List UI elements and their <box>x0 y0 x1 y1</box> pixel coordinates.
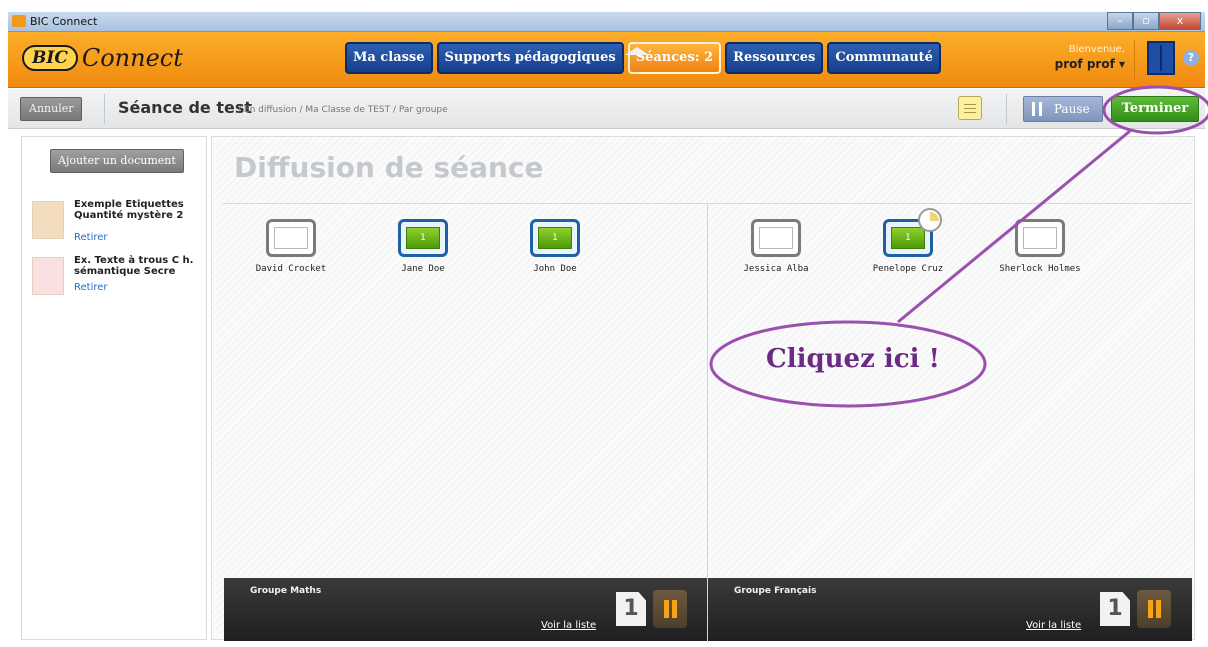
breadcrumb: / En diffusion / Ma Classe de TEST / Par… <box>238 105 448 115</box>
student-name: Jane Doe <box>401 264 445 274</box>
student-name: Penelope Cruz <box>872 264 944 274</box>
actionbar-separator <box>104 94 105 124</box>
finish-button[interactable]: Terminer <box>1111 96 1199 122</box>
remove-document-link[interactable]: Retirer <box>74 282 108 293</box>
user-welcome: Bienvenue, prof prof ▾ <box>1055 44 1125 71</box>
page-title: Diffusion de séance <box>234 151 544 184</box>
student-david-crocket[interactable]: David Crocket <box>236 219 346 274</box>
logo-product: Connect <box>81 44 183 72</box>
add-document-button[interactable]: Ajouter un document <box>50 149 184 173</box>
view-list-link[interactable]: Voir la liste <box>541 620 596 631</box>
document-thumbnail <box>32 201 64 239</box>
group-footer-maths: Groupe Maths Voir la liste 1 <box>224 578 707 641</box>
document-title: Exemple Etiquettes Quantité mystère 2 <box>74 199 184 221</box>
tablet-icon: 1 <box>398 219 448 257</box>
tablet-icon: 1 <box>530 219 580 257</box>
app-header: BIC Connect Ma classe Supports pédagogiq… <box>8 32 1205 88</box>
document-thumbnail <box>32 257 64 295</box>
user-menu[interactable]: prof prof ▾ <box>1055 57 1125 71</box>
close-button[interactable]: x <box>1159 12 1201 30</box>
bic-connect-window: BIC Connect – ▫ x BIC Connect Ma classe … <box>0 0 1208 647</box>
pause-button[interactable]: Pause <box>1023 96 1103 122</box>
sticky-note-icon[interactable] <box>958 96 982 120</box>
student-name: John Doe <box>533 264 577 274</box>
tablet-icon: 1 <box>883 208 942 257</box>
pause-label: Pause <box>1054 102 1090 116</box>
view-list-link[interactable]: Voir la liste <box>1026 620 1081 631</box>
window-titlebar: BIC Connect – ▫ x <box>8 12 1205 32</box>
welcome-text: Bienvenue, <box>1068 44 1125 55</box>
student-name: Sherlock Holmes <box>999 264 1081 274</box>
group-name: Groupe Maths <box>250 586 322 596</box>
group-pause-button[interactable] <box>653 590 687 628</box>
active-tab-pointer <box>625 47 649 55</box>
documents-sidebar: Ajouter un document Exemple Etiquettes Q… <box>21 136 207 640</box>
tab-communaute[interactable]: Communauté <box>827 42 941 74</box>
cancel-button[interactable]: Annuler <box>20 97 83 121</box>
student-jessica-alba[interactable]: Jessica Alba <box>721 219 831 274</box>
remove-document-link[interactable]: Retirer <box>74 232 108 243</box>
window-controls: – ▫ x <box>1107 12 1201 30</box>
header-separator <box>1134 40 1135 80</box>
document-count: 1 <box>891 227 925 249</box>
help-icon[interactable]: ? <box>1183 50 1199 66</box>
session-broadcast-area: Diffusion de séance David Crocket 1 Jane… <box>211 136 1195 641</box>
bic-connect-logo[interactable]: BIC Connect <box>22 44 183 72</box>
logo-brand: BIC <box>22 45 78 71</box>
callout-text: Cliquez ici ! <box>766 344 940 374</box>
session-action-bar: Annuler Séance de test / En diffusion / … <box>8 89 1205 129</box>
group-name: Groupe Français <box>734 586 817 596</box>
group-divider <box>707 203 708 641</box>
minimize-button[interactable]: – <box>1107 12 1133 30</box>
student-penelope-cruz[interactable]: 1 Penelope Cruz <box>853 208 963 274</box>
group-footer-francais: Groupe Français Voir la liste 1 <box>708 578 1192 641</box>
group-pause-button[interactable] <box>1137 590 1171 628</box>
group-count-badge: 1 <box>616 592 646 626</box>
student-jane-doe[interactable]: 1 Jane Doe <box>368 219 478 274</box>
document-count: 1 <box>538 227 572 249</box>
document-count: 1 <box>406 227 440 249</box>
tablet-icon <box>266 219 316 257</box>
document-title: Ex. Texte à trous C h. sémantique Secre <box>74 255 194 277</box>
pause-icon <box>1032 102 1042 116</box>
app-icon <box>12 15 26 27</box>
group-count-badge: 1 <box>1100 592 1130 626</box>
maximize-button[interactable]: ▫ <box>1133 12 1159 30</box>
cabinet-icon[interactable] <box>1147 41 1175 75</box>
tab-ma-classe[interactable]: Ma classe <box>345 42 433 74</box>
student-name: David Crocket <box>255 264 327 274</box>
tablet-icon <box>751 219 801 257</box>
actionbar-separator <box>1006 94 1007 124</box>
tablet-icon <box>1015 219 1065 257</box>
student-john-doe[interactable]: 1 John Doe <box>500 219 610 274</box>
session-title: Séance de test <box>118 98 253 117</box>
student-sherlock-holmes[interactable]: Sherlock Holmes <box>985 219 1095 274</box>
student-name: Jessica Alba <box>743 264 809 274</box>
timer-icon <box>918 208 942 232</box>
tab-supports-pedagogiques[interactable]: Supports pédagogiques <box>436 42 624 74</box>
window-title: BIC Connect <box>30 15 98 28</box>
tab-ressources[interactable]: Ressources <box>725 42 824 74</box>
